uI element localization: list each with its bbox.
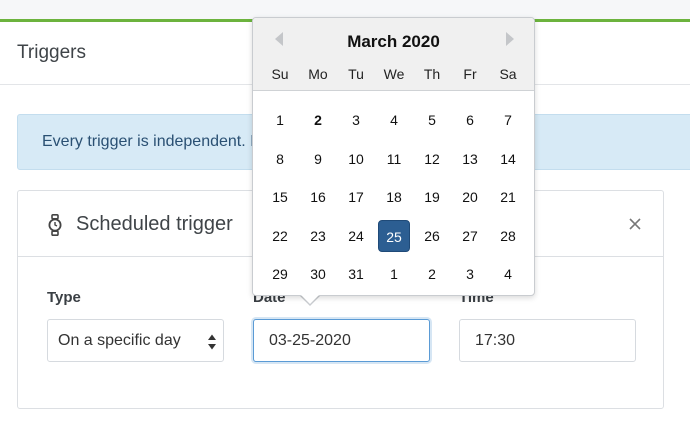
calendar-day[interactable]: 21 (492, 181, 524, 213)
date-input-value: 03-25-2020 (269, 332, 351, 349)
calendar-day[interactable]: 15 (264, 181, 296, 213)
calendar-day[interactable]: 3 (340, 104, 372, 136)
calendar-day[interactable]: 6 (454, 104, 486, 136)
datepicker-month-title: March 2020 (347, 32, 440, 51)
card-title: Scheduled trigger (76, 213, 233, 235)
calendar-day[interactable]: 3 (454, 258, 486, 290)
datepicker-pointer-fill (301, 295, 319, 304)
type-select-value: On a specific day (58, 332, 181, 349)
weekday-header: We (383, 66, 405, 82)
weekday-header: Su (271, 66, 289, 82)
watch-icon (48, 214, 62, 236)
calendar-day[interactable]: 1 (378, 258, 410, 290)
calendar-day[interactable]: 12 (416, 143, 448, 175)
close-icon[interactable] (624, 213, 646, 235)
type-label: Type (47, 289, 81, 306)
sort-arrows-icon (208, 334, 216, 350)
type-select[interactable]: On a specific day (47, 319, 224, 362)
weekday-header: Sa (499, 66, 517, 82)
weekday-header: Mo (308, 66, 328, 82)
calendar-day[interactable]: 9 (302, 143, 334, 175)
calendar-day[interactable]: 26 (416, 220, 448, 252)
calendar-day[interactable]: 5 (416, 104, 448, 136)
calendar-day[interactable]: 7 (492, 104, 524, 136)
datepicker: March 2020 Su Mo Tu We Th Fr Sa 1 2 3 4 5 6 7 8 9 10 11 12… (252, 17, 535, 296)
calendar-day[interactable]: 30 (302, 258, 334, 290)
time-input[interactable]: 17:30 (459, 319, 636, 362)
calendar-day[interactable]: 14 (492, 143, 524, 175)
calendar-day[interactable]: 10 (340, 143, 372, 175)
calendar-day[interactable]: 31 (340, 258, 372, 290)
calendar-day[interactable]: 17 (340, 181, 372, 213)
calendar-day[interactable]: 4 (378, 104, 410, 136)
calendar-day[interactable]: 4 (492, 258, 524, 290)
calendar-day[interactable]: 2 (302, 104, 334, 136)
selected-day[interactable]: 25 (378, 219, 410, 252)
calendar-day[interactable]: 19 (416, 181, 448, 213)
calendar-day[interactable]: 24 (340, 220, 372, 252)
time-input-value: 17:30 (475, 332, 516, 349)
calendar-day[interactable]: 1 (264, 104, 296, 136)
page-title: Triggers (17, 42, 86, 63)
date-input[interactable]: 03-25-2020 (253, 319, 430, 362)
calendar-day[interactable]: 16 (302, 181, 334, 213)
calendar-day[interactable]: 28 (492, 220, 524, 252)
calendar-day[interactable]: 27 (454, 220, 486, 252)
calendar-day[interactable]: 8 (264, 143, 296, 175)
weekday-header: Th (423, 66, 441, 82)
chevron-right-icon[interactable] (504, 31, 516, 47)
calendar-day[interactable]: 2 (416, 258, 448, 290)
calendar-day[interactable]: 23 (302, 220, 334, 252)
calendar-day[interactable]: 11 (378, 143, 410, 175)
calendar-day[interactable]: 29 (264, 258, 296, 290)
calendar-day[interactable]: 13 (454, 143, 486, 175)
weekday-header: Tu (348, 66, 364, 82)
weekday-header: Fr (463, 66, 477, 82)
calendar-day[interactable]: 22 (264, 220, 296, 252)
calendar-day[interactable]: 20 (454, 181, 486, 213)
calendar-day[interactable]: 18 (378, 181, 410, 213)
